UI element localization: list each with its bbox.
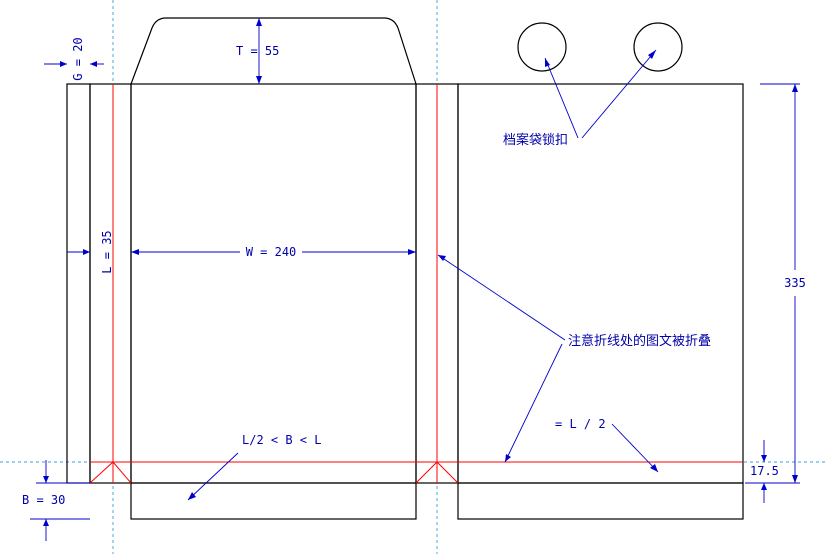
bottom-flap-front [130, 482, 417, 520]
dim-bottom-fold: 17.5 [745, 440, 779, 503]
label-width: W = 240 [246, 245, 297, 259]
dim-width: W = 240 [131, 245, 416, 259]
guide-lines [0, 0, 825, 554]
label-bottom-fold: 17.5 [750, 464, 779, 478]
label-fold-warning: 注意折线处的图文被折叠 [568, 333, 711, 349]
lock-button-left [517, 22, 567, 72]
outline [66, 17, 744, 520]
dim-flap: T = 55 [236, 18, 279, 84]
note-bottom-rule: L/2 < B < L [187, 433, 321, 501]
lock-button-right [633, 22, 683, 72]
bottom-flap-back [457, 482, 744, 520]
dieline-drawing: G = 20 T = 55 L = 35 W = 240 335 17.5 B … [0, 0, 825, 554]
label-bottom: B = 30 [22, 493, 65, 507]
label-flap: T = 55 [236, 44, 279, 58]
label-height: 335 [784, 276, 806, 290]
left-gusset [89, 83, 132, 484]
label-bottom-rule: L/2 < B < L [242, 433, 321, 447]
label-gusset-top: G = 20 [71, 37, 85, 80]
envelope-dieline: G = 20 T = 55 L = 35 W = 240 335 17.5 B … [0, 0, 825, 554]
dim-gusset-top: G = 20 [44, 37, 104, 81]
gusset-fold-left [89, 461, 132, 484]
glue-flap [66, 83, 91, 484]
note-half-rule: = L / 2 [555, 417, 659, 473]
label-half-rule: = L / 2 [555, 417, 606, 431]
dim-bottom: B = 30 [22, 460, 90, 541]
label-lock: 档案袋锁扣 [503, 132, 568, 148]
label-side: L = 35 [100, 230, 114, 273]
dim-height: 335 [760, 83, 806, 484]
front-panel [130, 83, 417, 484]
